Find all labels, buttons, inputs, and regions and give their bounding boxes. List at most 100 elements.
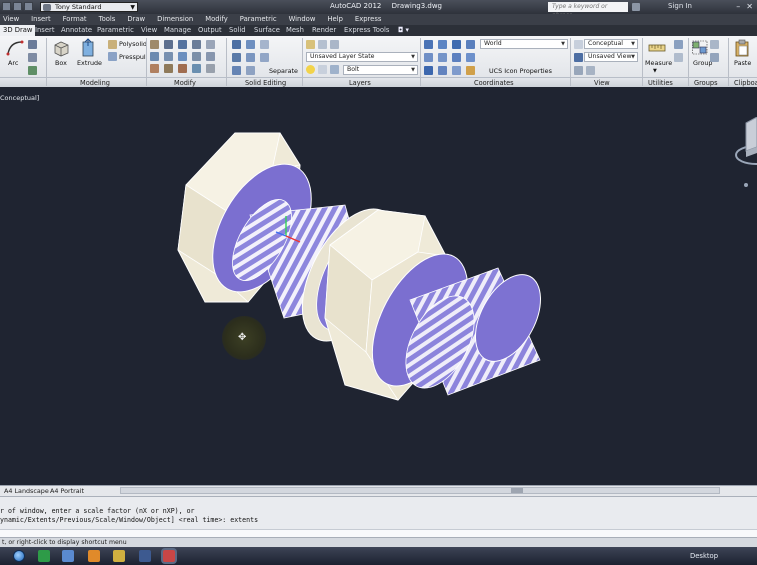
separate-icon[interactable]	[246, 66, 255, 75]
ucs-icon-props-icon[interactable]	[466, 66, 475, 75]
ungroup-icon[interactable]	[710, 40, 719, 49]
search-icon[interactable]	[632, 3, 640, 11]
ucs-object-icon[interactable]	[438, 66, 447, 75]
panel-view-label[interactable]: View	[594, 79, 610, 87]
align-icon[interactable]	[164, 64, 173, 73]
tab-a4-portrait[interactable]: A4 Portrait	[50, 487, 84, 495]
ucs-dropdown[interactable]: World ▼	[480, 39, 568, 49]
shell-icon[interactable]	[232, 53, 241, 62]
extrude-icon[interactable]	[80, 38, 96, 58]
render-icon[interactable]	[586, 66, 595, 75]
menu-insert[interactable]: Insert	[31, 14, 51, 25]
bolt-model[interactable]	[0, 87, 757, 485]
stretch-icon[interactable]	[192, 52, 201, 61]
viewport-label[interactable]: Conceptual]	[0, 94, 39, 102]
minimize-icon[interactable]: –	[736, 2, 740, 11]
ucs-icon-properties-label[interactable]: UCS Icon Properties	[489, 67, 552, 75]
tab-output[interactable]: Output	[198, 26, 222, 34]
menu-format[interactable]: Format	[63, 14, 87, 25]
trim-icon[interactable]	[206, 40, 215, 49]
search-input[interactable]: Type a keyword or phrase	[548, 2, 628, 19]
menu-express[interactable]: Express	[355, 14, 382, 25]
tab-annotate[interactable]: Annotate	[61, 26, 92, 34]
ucs-y-icon[interactable]	[452, 53, 461, 62]
hatch-icon[interactable]	[28, 66, 37, 75]
named-view-icon[interactable]	[574, 53, 583, 62]
tab-express-tools[interactable]: Express Tools	[344, 26, 389, 34]
ucs-origin-icon[interactable]	[452, 40, 461, 49]
menu-tools[interactable]: Tools	[99, 14, 116, 25]
layer-dropdown[interactable]: Bolt ▼	[343, 65, 418, 75]
panel-solid-editing-label[interactable]: Solid Editing	[245, 79, 286, 87]
open-icon[interactable]	[13, 2, 22, 11]
chevron-down-icon[interactable]: ▼	[653, 68, 657, 74]
ucs-view-icon[interactable]	[424, 66, 433, 75]
ucs-zaxis-icon[interactable]	[466, 40, 475, 49]
layer-properties-icon[interactable]	[306, 40, 315, 49]
layer-color-icon[interactable]	[330, 65, 339, 74]
layer-lock-icon[interactable]	[330, 40, 339, 49]
menu-view[interactable]: View	[3, 14, 19, 25]
presspull-icon[interactable]	[108, 52, 117, 61]
autocad-icon[interactable]	[163, 550, 175, 562]
visual-style-icon[interactable]	[574, 40, 583, 49]
menu-help[interactable]: Help	[327, 14, 343, 25]
tab-insert[interactable]: Insert	[35, 26, 55, 34]
group-icon[interactable]	[692, 40, 708, 56]
slice-icon[interactable]	[150, 64, 159, 73]
panel-clipboard-label[interactable]: Clipboa	[734, 79, 757, 87]
union-icon[interactable]	[232, 40, 241, 49]
scrollbar-thumb[interactable]	[511, 488, 523, 493]
menu-draw[interactable]: Draw	[127, 14, 145, 25]
layer-freeze-icon[interactable]	[318, 40, 327, 49]
viewcube[interactable]	[728, 117, 757, 187]
ucs-world-icon[interactable]	[438, 40, 447, 49]
panel-coordinates-label[interactable]: Coordinates	[474, 79, 514, 87]
new-icon[interactable]	[2, 2, 11, 11]
ribbon-toggle-icon[interactable]: ◘ ▾	[398, 26, 409, 34]
menu-parametric[interactable]: Parametric	[240, 14, 277, 25]
chamfer-icon[interactable]	[150, 52, 159, 61]
box-icon[interactable]	[52, 39, 70, 57]
clean-icon[interactable]	[260, 53, 269, 62]
group-edit-icon[interactable]	[710, 53, 719, 62]
menu-window[interactable]: Window	[289, 14, 316, 25]
move-icon[interactable]	[164, 40, 173, 49]
ucs-z-icon[interactable]	[466, 53, 475, 62]
panel-layers-label[interactable]: Layers	[349, 79, 371, 87]
desktop-toolbar-label[interactable]: Desktop	[690, 552, 718, 560]
panel-groups-label[interactable]: Groups	[694, 79, 718, 87]
menu-dimension[interactable]: Dimension	[157, 14, 193, 25]
ucs-3point-icon[interactable]	[424, 53, 433, 62]
file-explorer-icon[interactable]	[62, 550, 74, 562]
view-dropdown[interactable]: Unsaved View ▼	[584, 52, 638, 62]
command-input[interactable]	[0, 529, 757, 537]
fillet-icon[interactable]	[150, 40, 159, 49]
intersect-icon[interactable]	[260, 40, 269, 49]
panel-modify-label[interactable]: Modify	[174, 79, 196, 87]
ucs-icon[interactable]	[424, 40, 433, 49]
workspace-dropdown[interactable]: Tony Standard ▼	[40, 2, 138, 12]
imprint-icon[interactable]	[246, 53, 255, 62]
tab-view[interactable]: View	[141, 26, 157, 34]
media-player-icon[interactable]	[88, 550, 100, 562]
id-point-icon[interactable]	[674, 53, 683, 62]
menu-modify[interactable]: Modify	[205, 14, 228, 25]
horizontal-scrollbar[interactable]	[120, 487, 720, 494]
tab-3d-draw[interactable]: 3D Draw	[0, 25, 36, 36]
move-3d-icon[interactable]	[178, 40, 187, 49]
extend-icon[interactable]	[206, 52, 215, 61]
check-icon[interactable]	[232, 66, 241, 75]
rectangle-icon[interactable]	[28, 40, 37, 49]
rotate-icon[interactable]	[164, 52, 173, 61]
polysolid-icon[interactable]	[108, 40, 117, 49]
drawing-viewport[interactable]	[0, 87, 757, 485]
close-icon[interactable]: ✕	[746, 2, 753, 11]
start-button[interactable]	[13, 550, 25, 562]
ellipse-icon[interactable]	[28, 53, 37, 62]
save-icon[interactable]	[24, 2, 33, 11]
arc-icon[interactable]	[6, 39, 24, 57]
layer-state-dropdown[interactable]: Unsaved Layer State ▼	[306, 52, 418, 62]
sun-icon[interactable]	[318, 65, 327, 74]
folder-icon[interactable]	[113, 550, 125, 562]
